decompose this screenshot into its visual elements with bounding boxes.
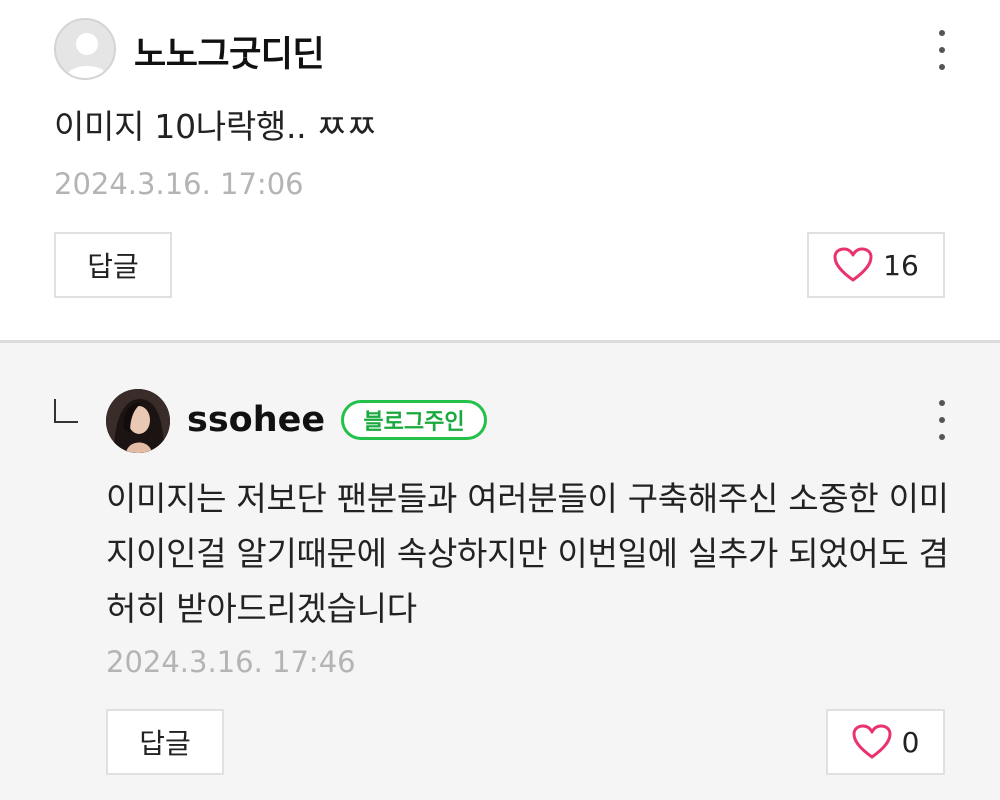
comment-text: 이미지 10나락행.. ㅉㅉ	[54, 107, 377, 146]
comment-author[interactable]: ssohee	[187, 400, 325, 440]
comment-date: 2024.3.16. 17:06	[54, 167, 304, 201]
heart-icon	[833, 247, 873, 282]
reply-button-label: 답글	[87, 250, 139, 283]
more-options-icon[interactable]	[935, 30, 949, 70]
like-button[interactable]: 16	[807, 232, 945, 298]
reply-arrow-icon	[54, 399, 78, 423]
reply-button[interactable]: 답글	[106, 709, 224, 775]
like-count: 16	[883, 248, 919, 282]
comment-text: 이미지는 저보단 팬분들과 여러분들이 구축해주신 소중한 이미지이인걸 알기때…	[106, 479, 949, 628]
blog-owner-badge: 블로그주인	[341, 400, 487, 440]
reply-button[interactable]: 답글	[54, 232, 172, 298]
avatar[interactable]	[106, 389, 170, 453]
like-count: 0	[901, 725, 920, 759]
heart-icon	[852, 724, 892, 759]
like-button[interactable]: 0	[826, 709, 945, 775]
comment-date: 2024.3.16. 17:46	[106, 645, 356, 679]
comment-author[interactable]: 노노그굿디딘	[134, 26, 325, 77]
comment-item: 노노그굿디딘 이미지 10나락행.. ㅉㅉ 2024.3.16. 17:06 답…	[0, 0, 1000, 342]
more-options-icon[interactable]	[935, 400, 949, 440]
reply-button-label: 답글	[139, 727, 191, 760]
comment-list: 노노그굿디딘 이미지 10나락행.. ㅉㅉ 2024.3.16. 17:06 답…	[0, 0, 1000, 800]
default-avatar-icon[interactable]	[54, 18, 116, 80]
reply-comment-item: ssohee 블로그주인 이미지는 저보단 팬분들과 여러분들이 구축해주신 소…	[0, 343, 1000, 800]
